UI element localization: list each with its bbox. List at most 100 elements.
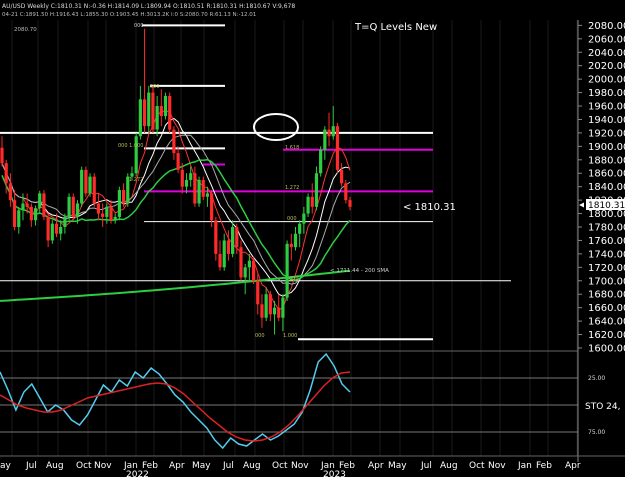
- candle-body: [46, 216, 50, 241]
- candle-body: [121, 190, 126, 204]
- price-tick-label: 1840.00: [588, 182, 625, 193]
- month-label: Jul: [25, 461, 37, 471]
- candle-body: [142, 99, 147, 127]
- candle-body: [155, 106, 159, 130]
- candle-body: [117, 190, 121, 217]
- fib-label-side-a: 000: [287, 216, 297, 222]
- price-tick-label: 1940.00: [588, 115, 625, 126]
- price-tick-label: 1740.00: [588, 249, 625, 260]
- candle-body: [63, 216, 67, 228]
- month-label: Aug: [243, 461, 261, 471]
- month-label: Aug: [46, 461, 64, 471]
- candle-body: [226, 240, 231, 254]
- fib-label-side-b: 000: [289, 276, 299, 282]
- candle-body: [243, 267, 247, 278]
- year-label: 2023: [323, 470, 346, 477]
- month-label: Oct: [272, 461, 288, 471]
- stoch-d-line: [0, 371, 351, 442]
- price-tick-label: 1760.00: [588, 236, 625, 247]
- candle-body: [340, 169, 344, 184]
- candle-body: [180, 169, 184, 187]
- candle-body: [12, 200, 17, 228]
- price-tag-text: 1810.31: [588, 201, 625, 211]
- candle-body: [101, 213, 105, 217]
- candle-body: [239, 247, 243, 278]
- month-label: Jul: [222, 461, 234, 471]
- price-tick-label: 1920.00: [588, 128, 625, 139]
- candle-body: [163, 95, 168, 117]
- price-tick-label: 1660.00: [588, 303, 625, 314]
- candle-body: [134, 136, 138, 174]
- price-tick-label: 2000.00: [588, 75, 625, 86]
- candle-body: [33, 208, 38, 221]
- candle-body: [251, 260, 256, 281]
- candle-body: [268, 294, 272, 315]
- header-line-2: 04-21 C:1891.50 H:1916.43 L:1855.30 O:19…: [2, 12, 256, 18]
- month-label: Apr: [565, 461, 581, 471]
- candle-body: [319, 149, 323, 174]
- month-label: May: [192, 461, 211, 471]
- fib-label-magenta-low: 1.272: [285, 185, 299, 191]
- candle-body: [314, 173, 319, 207]
- candle-body: [92, 176, 96, 204]
- price-tick-label: 2040.00: [588, 48, 625, 59]
- candle-body: [231, 227, 235, 254]
- candle-body: [54, 223, 59, 234]
- candle-body: [247, 260, 251, 268]
- price-tag: 1810.31: [579, 199, 625, 211]
- price-tick-label: 1960.00: [588, 102, 625, 113]
- month-label: Nov: [291, 461, 309, 471]
- price-chart[interactable]: 2080.00 2060.00 2040.00 2020.00 2000.00 1980.…: [0, 0, 625, 477]
- month-label: Nov: [488, 461, 506, 471]
- highlight-ellipse: [253, 113, 299, 141]
- candle-body: [214, 220, 218, 254]
- price-tick-label: 2060.00: [588, 34, 625, 45]
- candle-body: [176, 153, 180, 170]
- candle-body: [84, 169, 88, 194]
- candle-body: [335, 126, 340, 170]
- fib-label-mid: 000 1.000: [118, 143, 143, 149]
- price-tick-label: 1600.00: [588, 343, 625, 354]
- price-tick-label: 2020.00: [588, 61, 625, 72]
- candle-body: [75, 203, 80, 217]
- candle-body: [67, 196, 71, 217]
- stoch-level-low: 75.00: [588, 429, 605, 436]
- candle-body: [88, 176, 92, 194]
- candle-body: [138, 99, 142, 137]
- candle-body: [193, 173, 197, 204]
- price-tick-label: 1780.00: [588, 223, 625, 234]
- candle-body: [17, 210, 21, 228]
- stochastic-panel: [0, 352, 578, 450]
- price-tick-label: 1880.00: [588, 155, 625, 166]
- candle-body: [105, 206, 109, 217]
- candle-body: [293, 233, 298, 248]
- candle-body: [4, 163, 8, 184]
- candle-body: [235, 227, 239, 248]
- ma-grey: [1, 134, 351, 285]
- price-tick-label: 1680.00: [588, 290, 625, 301]
- candle-body: [260, 304, 264, 318]
- candle-body: [310, 196, 314, 207]
- candle-body: [147, 92, 151, 127]
- candle-body: [222, 240, 226, 268]
- candle-body: [8, 183, 12, 201]
- candle-body: [109, 206, 113, 221]
- candle-body: [189, 173, 193, 180]
- candle-body: [25, 203, 29, 207]
- price-tick-label: 1900.00: [588, 142, 625, 153]
- candle-body: [277, 307, 281, 318]
- month-label: Feb: [536, 461, 552, 471]
- candle-body: [168, 95, 172, 130]
- candle-body: [348, 200, 352, 207]
- candle-body: [344, 183, 348, 201]
- month-label: Jul: [420, 461, 432, 471]
- candle-body: [38, 193, 42, 209]
- candle-body: [159, 106, 163, 117]
- price-tick-label: 2080.00: [588, 21, 625, 32]
- candle-body: [0, 147, 4, 164]
- month-label: Jan: [517, 461, 532, 471]
- price-label: < 1810.31: [403, 202, 456, 213]
- candle-body: [71, 196, 75, 217]
- candle-body: [184, 179, 189, 187]
- stoch-k-line: [0, 352, 351, 450]
